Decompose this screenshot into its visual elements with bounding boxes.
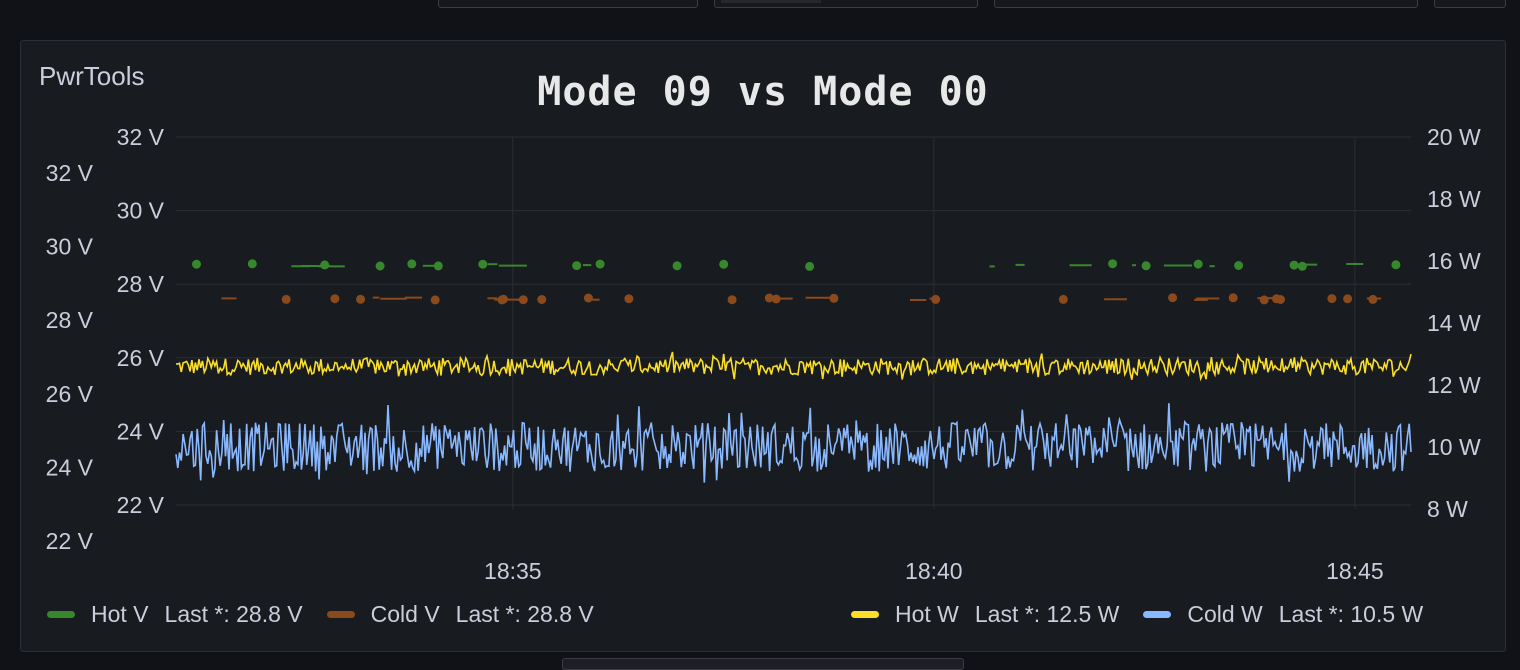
hot-v-point <box>1193 259 1203 269</box>
cold-v-point <box>771 294 781 304</box>
legend-last: Last *: 28.8 V <box>455 600 594 627</box>
inner-v-tick-label: 28 V <box>117 271 165 297</box>
x-tick-label: 18:40 <box>905 558 963 584</box>
legend-last: Last *: 12.5 W <box>974 600 1120 627</box>
inner-v-tick-label: 32 V <box>117 124 165 150</box>
cold-v-point <box>330 294 340 304</box>
cold-v-point <box>931 294 941 304</box>
hot-v-point <box>672 261 682 271</box>
hot-v-point <box>1108 259 1118 269</box>
bottom-strip <box>562 658 964 670</box>
cold-v-point <box>583 293 593 303</box>
hot-v-point <box>595 259 605 269</box>
right-w-tick-label: 20 W <box>1427 124 1481 150</box>
hot-v-point <box>192 259 201 269</box>
hot-v-swatch <box>47 610 75 618</box>
cold-v-point <box>1276 295 1285 304</box>
right-w-tick-label: 18 W <box>1427 186 1481 212</box>
legend-item-hot-w[interactable]: Hot W Last *: 12.5 W <box>851 601 1119 628</box>
top-control-2-fill <box>721 0 821 3</box>
hot-v-point <box>375 261 385 271</box>
cold-v-point <box>537 295 547 304</box>
hot-v-point <box>1297 261 1307 271</box>
cold-v-point <box>1343 294 1353 304</box>
hot-v-point <box>478 259 488 269</box>
legend-name: Hot V <box>91 600 149 627</box>
legend-left: Hot V Last *: 28.8 V Cold V Last *: 28.8… <box>47 599 618 629</box>
legend-item-cold-v[interactable]: Cold V Last *: 28.8 V <box>326 600 594 628</box>
top-control-1[interactable] <box>438 0 698 8</box>
hot-v-point <box>407 259 417 269</box>
top-control-3[interactable] <box>994 0 1418 8</box>
outer-v-tick-label: 32 V <box>46 160 94 186</box>
legend-last: Last *: 28.8 V <box>164 600 303 627</box>
outer-v-tick-label: 24 V <box>46 454 94 480</box>
cold-w-line <box>175 403 1412 483</box>
hot-v-point <box>433 261 443 271</box>
cold-v-point <box>1168 293 1178 303</box>
hot-v-point <box>719 259 729 269</box>
cold-v-point <box>829 293 839 303</box>
inner-v-tick-label: 30 V <box>117 198 165 224</box>
cold-v-point <box>1327 294 1337 304</box>
hot-v-point <box>247 259 257 269</box>
cold-v-point <box>518 295 528 305</box>
cold-v-point <box>356 294 366 304</box>
hot-v-point <box>1234 261 1244 270</box>
hot-v-point <box>572 261 582 271</box>
hot-w-line <box>175 351 1412 382</box>
chart-svg: 32 V 30 V 28 V 26 V 24 V 22 V 32 V 30 V 28 V 26 V… <box>46 124 1481 584</box>
right-w-tick-label: 14 W <box>1427 310 1481 336</box>
cold-v-swatch <box>326 610 355 618</box>
hot-v-point <box>805 261 815 271</box>
outer-v-tick-label: 28 V <box>46 307 94 333</box>
right-w-tick-label: 10 W <box>1427 434 1481 460</box>
legend-name: Hot W <box>895 600 959 627</box>
hot-v-point <box>1391 260 1401 270</box>
top-control-4[interactable] <box>1434 0 1506 8</box>
cold-v-point <box>430 295 440 305</box>
inner-v-tick-label: 26 V <box>117 345 165 371</box>
cold-w-swatch <box>1143 610 1172 618</box>
legend-right: Hot W Last *: 12.5 W Cold W Last *: 10.5… <box>851 599 1423 629</box>
x-tick-label: 18:45 <box>1326 558 1384 584</box>
right-w-tick-label: 16 W <box>1427 248 1481 274</box>
hot-v-point <box>1289 260 1299 270</box>
x-tick-label: 18:35 <box>484 558 542 584</box>
legend-item-cold-w[interactable]: Cold W Last *: 10.5 W <box>1143 601 1423 628</box>
top-control-2[interactable] <box>714 0 978 8</box>
hot-v-point <box>1141 261 1151 271</box>
chart-panel: PwrTools Mode 09 vs Mode 00 32 V 30 V 28 V… <box>20 40 1506 652</box>
inner-v-tick-label: 24 V <box>117 418 165 444</box>
hot-w-swatch <box>851 610 879 618</box>
cold-v-point <box>1058 294 1068 304</box>
outer-v-tick-label: 30 V <box>46 234 94 260</box>
outer-v-tick-label: 26 V <box>46 381 94 407</box>
inner-v-tick-label: 22 V <box>117 492 165 518</box>
cold-v-point <box>498 294 508 304</box>
cold-v-point <box>727 295 737 305</box>
cold-v-point <box>624 294 634 304</box>
cold-v-point <box>281 294 291 304</box>
right-w-tick-label: 12 W <box>1427 372 1481 398</box>
outer-v-tick-label: 22 V <box>46 528 94 554</box>
right-w-tick-label: 8 W <box>1427 496 1468 522</box>
legend-name: Cold W <box>1187 600 1263 627</box>
cold-v-point <box>1228 293 1238 303</box>
legend-name: Cold V <box>370 600 440 627</box>
hot-v-point <box>320 260 330 270</box>
cold-v-point <box>1259 295 1269 305</box>
legend-last: Last *: 10.5 W <box>1278 600 1424 627</box>
legend-item-hot-v[interactable]: Hot V Last *: 28.8 V <box>47 601 303 628</box>
